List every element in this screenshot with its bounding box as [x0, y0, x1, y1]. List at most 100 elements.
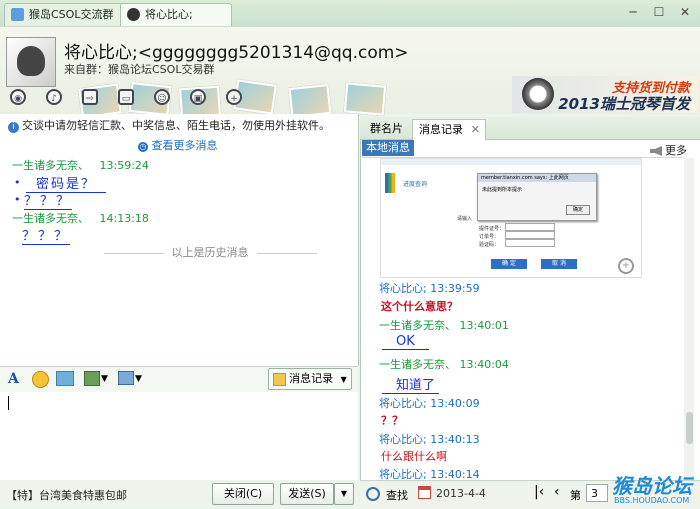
- avatar[interactable]: [6, 37, 56, 87]
- message-sender: 一生诸多无奈、 13:59:24: [12, 157, 149, 173]
- form-label: 提件证号：: [479, 226, 505, 232]
- safety-notice: i 交谈中请勿轻信汇款、中奖信息、陌生电话，勿使用外挂软件。: [8, 117, 330, 133]
- close-button[interactable]: 关闭(C): [212, 483, 274, 505]
- message-time: 13:40:09: [430, 397, 480, 410]
- confirm-button-image: 确 定: [491, 259, 527, 269]
- message-log-label: 消息记录: [289, 372, 334, 385]
- group-chat-icon[interactable]: ☺: [154, 89, 170, 105]
- sender-name: 一生诸多无奈、: [12, 212, 89, 225]
- screenshot-icon[interactable]: [118, 371, 134, 385]
- sender-name: 将心比心;: [379, 282, 427, 295]
- log-message-text: 知道了: [382, 374, 440, 394]
- view-more-messages-link[interactable]: ◷ 查看更多消息: [138, 137, 218, 153]
- local-messages-label[interactable]: 本地消息: [362, 140, 414, 156]
- more-button[interactable]: 更多: [650, 142, 687, 158]
- message-text: ？？？: [22, 225, 71, 245]
- log-message-text: 什么跟什么啊: [381, 450, 447, 463]
- minimize-button[interactable]: ─: [622, 3, 644, 21]
- more-label: 更多: [665, 144, 687, 157]
- clock-icon: ◷: [138, 142, 148, 152]
- sender-name: 将心比心;: [379, 397, 427, 410]
- logo-text: 进度查询: [403, 181, 428, 188]
- history-divider-label: 以上是历史消息: [171, 246, 249, 259]
- magic-expression-icon[interactable]: [56, 371, 74, 386]
- log-message-header: 将心比心; 13:39:59: [379, 280, 480, 296]
- form-field: [505, 239, 555, 247]
- form-field: [505, 223, 555, 231]
- notice-text: 交谈中请勿轻信汇款、中奖信息、陌生电话，勿使用外挂软件。: [22, 119, 330, 132]
- chevron-down-icon[interactable]: ▼: [101, 374, 108, 390]
- page-label: 第: [570, 489, 581, 502]
- message-input[interactable]: [0, 392, 358, 480]
- watermark-url: BBS.HOUDAO.COM: [614, 496, 690, 505]
- date-label[interactable]: 2013-4-4: [436, 487, 486, 500]
- message-time: 13:39:59: [430, 282, 480, 295]
- emoji-icon[interactable]: [32, 371, 49, 388]
- chevron-down-icon: ▼: [340, 375, 347, 384]
- watermark-title: 猴岛论坛: [612, 474, 692, 498]
- log-message-header: 一生诸多无奈、 13:40:04: [379, 356, 509, 372]
- log-message-text: ？？: [381, 414, 403, 427]
- log-icon: [273, 372, 287, 386]
- watermark: 猴岛论坛 BBS.HOUDAO.COM: [610, 470, 700, 508]
- form-field: [505, 231, 555, 239]
- app-icon[interactable]: ▣: [190, 89, 206, 105]
- dialog-text: 未此提到所本提示: [482, 187, 523, 193]
- maximize-button[interactable]: ☐: [648, 3, 670, 21]
- ad-line2: 2013瑞士冠琴首发: [558, 95, 690, 113]
- close-icon[interactable]: ✕: [471, 120, 480, 140]
- search-label[interactable]: 查找: [386, 487, 408, 503]
- title-tab-bar: 猴岛CSOL交流群 将心比心; ─ ☐ ✕: [0, 0, 700, 27]
- log-message-text: OK: [382, 334, 429, 350]
- image-icon[interactable]: [84, 371, 100, 386]
- user-icon: [127, 8, 140, 21]
- video-call-icon[interactable]: ◉: [10, 89, 26, 105]
- tab-csol-group[interactable]: 猴岛CSOL交流群: [4, 3, 138, 26]
- tab-message-log-label: 消息记录: [419, 123, 463, 136]
- zoom-in-icon[interactable]: +: [618, 258, 634, 274]
- message-time: 14:13:18: [99, 212, 149, 225]
- ad-banner[interactable]: 支持货到付款 2013瑞士冠琴首发: [512, 76, 698, 113]
- dialog-box: member.tianxin.com says: 上此网页 未此提到所本提示 确…: [477, 173, 597, 221]
- ad-ticker[interactable]: 【特】台湾美食特惠包邮: [6, 487, 127, 503]
- first-page-icon[interactable]: |‹: [534, 484, 544, 500]
- page-number-input[interactable]: 3: [586, 484, 608, 502]
- add-friend-icon[interactable]: +: [226, 89, 242, 105]
- info-icon: i: [8, 122, 19, 133]
- voice-call-icon[interactable]: ♪: [46, 89, 62, 105]
- remote-desktop-icon[interactable]: ▭: [118, 89, 134, 105]
- tab-group-card[interactable]: 群名片: [364, 119, 409, 139]
- close-window-button[interactable]: ✕: [674, 3, 696, 21]
- form-label: 验证码：: [479, 242, 500, 248]
- log-message-text: 这个什么意思？: [381, 300, 458, 313]
- message-sender: 一生诸多无奈、 14:13:18: [12, 210, 149, 226]
- tab-contact[interactable]: 将心比心;: [120, 3, 232, 26]
- prev-page-icon[interactable]: ‹: [554, 484, 560, 500]
- history-divider: 以上是历史消息: [90, 244, 330, 260]
- sender-name: 一生诸多无奈、: [12, 159, 89, 172]
- speaker-icon: [650, 146, 662, 156]
- log-message-header: 一生诸多无奈、 13:40:01: [379, 317, 509, 333]
- contact-name: 将心比心;<gggggggg5201314@qq.com>: [64, 43, 409, 63]
- send-options-button[interactable]: ▼: [334, 483, 354, 505]
- more-messages-label: 查看更多消息: [151, 139, 218, 152]
- calendar-icon[interactable]: [418, 486, 431, 499]
- log-message-header: 将心比心; 13:40:13: [379, 431, 480, 447]
- search-icon[interactable]: [366, 487, 380, 501]
- watch-icon: [522, 78, 554, 110]
- scroll-thumb[interactable]: [686, 412, 693, 444]
- message-log-button[interactable]: 消息记录 ▼: [268, 368, 352, 390]
- font-icon[interactable]: A: [8, 371, 19, 387]
- bullet-icon: •: [14, 193, 21, 206]
- form-label: 订单号：: [479, 234, 500, 240]
- message-time: 13:40:13: [430, 433, 480, 446]
- file-transfer-icon[interactable]: ⇨: [82, 89, 98, 105]
- tab-label: 将心比心;: [145, 8, 193, 21]
- chevron-down-icon[interactable]: ▼: [135, 374, 142, 390]
- message-time: 13:40:04: [459, 358, 509, 371]
- group-icon: [11, 8, 24, 21]
- bullet-icon: •: [14, 176, 21, 189]
- tab-message-log[interactable]: 消息记录 ✕: [412, 119, 486, 140]
- send-button[interactable]: 发送(S): [280, 483, 334, 505]
- embedded-image[interactable]: 进度查询 member.tianxin.com says: 上此网页 未此提到所…: [380, 158, 642, 278]
